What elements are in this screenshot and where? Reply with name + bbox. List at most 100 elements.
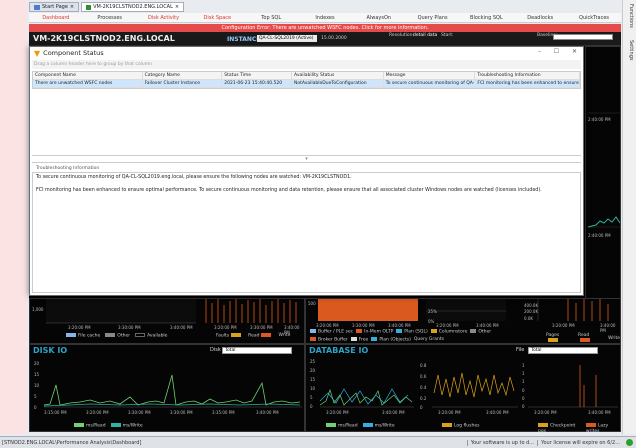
- x-tick: 3:30:00 PM: [128, 410, 151, 415]
- troubleshooting-line: To secure continuous monitoring of QA-CL…: [36, 175, 352, 180]
- nav-alwayson[interactable]: AlwaysOn: [352, 13, 406, 22]
- y-tick: 500: [308, 301, 316, 306]
- legend-item: ms/Read: [326, 423, 358, 429]
- column-header[interactable]: Component Name: [33, 72, 143, 79]
- troubleshooting-text: To secure continuous monitoring of QA-CL…: [32, 172, 581, 293]
- x-tick: 3:40:00 PM: [388, 323, 411, 328]
- nav-top-sql[interactable]: Top SQL: [244, 13, 298, 22]
- legend-item: File cache: [66, 333, 100, 339]
- troubleshooting-line: FCI monitoring has been enhanced to ensu…: [36, 188, 542, 193]
- column-header[interactable]: Message: [384, 72, 476, 79]
- database-io-chart: [319, 365, 618, 408]
- server-version: 15.00.2000: [321, 36, 347, 41]
- legend-item: Checkpoint pgs: [538, 423, 576, 434]
- minimize-icon[interactable]: –: [538, 48, 541, 55]
- legend-item: Faults: [216, 333, 243, 339]
- upper-right-chart: [587, 112, 621, 228]
- y-tick: 5: [310, 395, 313, 400]
- y-tick: 200.0K: [524, 309, 539, 314]
- legend-item: ms/Write: [110, 423, 143, 429]
- resolution-value[interactable]: detail data: [413, 33, 437, 38]
- x-tick: 3:30:00 PM: [170, 410, 193, 415]
- column-header[interactable]: Availability Status: [292, 72, 384, 79]
- close-icon[interactable]: ×: [175, 4, 179, 10]
- cell-status-time: 2021-06-23 15:40:40.520: [222, 80, 293, 87]
- left-gutter: [0, 0, 27, 434]
- checkpoint-legend: Checkpoint pgs Lazy writes: [538, 423, 620, 434]
- nav-disk-space[interactable]: Disk Space: [190, 13, 244, 22]
- legend-item: Plan (Objects): [371, 337, 411, 343]
- start-label: Start:: [441, 33, 454, 38]
- time-tick: 2:40:00 PM: [588, 233, 611, 238]
- y-tick: 0.0K: [524, 316, 533, 321]
- nav-blocking-sql[interactable]: Blocking SQL: [460, 13, 514, 22]
- start-page-icon: [34, 4, 40, 10]
- database-io-panel: DATABASE IO File Total 25 20 15 10 5 0 0…: [305, 344, 621, 434]
- database-io-legend: ms/Read ms/Write: [326, 423, 395, 429]
- column-header[interactable]: Category Name: [143, 72, 223, 79]
- nav-disk-activity[interactable]: Disk Activity: [137, 13, 191, 22]
- pane-splitter[interactable]: ▾: [32, 155, 581, 163]
- nav-query-plans[interactable]: Query Plans: [406, 13, 460, 22]
- column-header[interactable]: Troubleshooting Information: [475, 72, 580, 79]
- x-tick: 3:20:00 PM: [552, 323, 575, 328]
- module-nav: Dashboard Processes Disk Activity Disk S…: [29, 13, 621, 23]
- resolution-label: Resolution:: [389, 33, 415, 38]
- nav-processes[interactable]: Processes: [83, 13, 137, 22]
- server-name: VM-2K19CLSTNOD2.ENG.LOCAL: [33, 34, 175, 43]
- settings-tab[interactable]: Settings: [628, 40, 634, 61]
- troubleshooting-header: Troubleshooting Information: [36, 166, 100, 171]
- component-status-dialog: ▼ Component Status – ☐ ✕ Drag a column h…: [29, 46, 584, 296]
- memory-legend: File cache Other Available: [66, 333, 167, 339]
- dialog-titlebar[interactable]: ▼ Component Status – ☐ ✕: [30, 47, 583, 59]
- nav-quicktraces[interactable]: QuickTraces: [567, 13, 621, 22]
- tab-server[interactable]: VM-2K19CLSTNOD2.ENG.LOCAL ×: [81, 2, 185, 12]
- cell-category: Failover Cluster Instance: [143, 80, 223, 87]
- component-grid: Component Name Category Name Status Time…: [32, 71, 581, 89]
- x-tick: 3:20:00 PM: [534, 410, 557, 415]
- configuration-error-banner[interactable]: Configuration Error: There are unwatched…: [29, 24, 621, 32]
- legend-item: Write: [278, 333, 291, 339]
- server-header: VM-2K19CLSTNOD2.ENG.LOCAL INSTANCE QA-CL…: [29, 32, 621, 46]
- table-row[interactable]: There are unwatched WSFC nodes Failover …: [33, 80, 580, 88]
- x-tick: 3:40:00 PM: [170, 325, 193, 330]
- x-tick: 3:20:00 PM: [436, 323, 459, 328]
- legend-item: Other: [105, 333, 130, 339]
- x-tick: 3:30:00 PM: [250, 325, 273, 330]
- y-tick: 0.8: [420, 363, 427, 368]
- column-header[interactable]: Status Time: [222, 72, 293, 79]
- close-icon[interactable]: ×: [70, 4, 74, 10]
- memory-panel: 1,000 3:20:00 PM 3:30:00 PM 3:40:00 PM 3…: [29, 298, 305, 344]
- legend-item: Other: [470, 329, 491, 335]
- y-tick: 0: [522, 396, 525, 401]
- nav-indexes[interactable]: Indexes: [298, 13, 352, 22]
- functions-tab[interactable]: Functions: [628, 4, 634, 28]
- x-tick: 3:20:00 PM: [438, 410, 461, 415]
- update-status[interactable]: Your software is up to d...: [466, 439, 537, 446]
- upper-right-panel: 2:40:00 PM 2:40:00 PM: [585, 46, 621, 302]
- log-legend: Log flushes: [442, 423, 479, 429]
- close-icon[interactable]: ✕: [572, 48, 577, 55]
- license-status[interactable]: Your license will expire on 6/2...: [537, 439, 623, 446]
- time-tick: 2:40:00 PM: [588, 117, 611, 122]
- y-tick: 0.2: [420, 396, 427, 401]
- x-tick: 3:20:00 PM: [214, 325, 237, 330]
- document-tabs: Start Page × VM-2K19CLSTNOD2.ENG.LOCAL ×: [29, 2, 185, 12]
- legend-item: Free: [350, 337, 368, 343]
- tab-start-page[interactable]: Start Page ×: [29, 2, 80, 12]
- legend-item: Pages: [546, 333, 573, 344]
- x-tick: 3:20:00 PM: [326, 410, 349, 415]
- y-tick: 0: [34, 405, 37, 410]
- x-tick: 3:30:00 PM: [118, 325, 141, 330]
- pct-tick: 25%: [428, 309, 437, 314]
- nav-deadlocks[interactable]: Deadlocks: [513, 13, 567, 22]
- y-tick: 1,000: [32, 307, 44, 312]
- y-tick: 0.6: [420, 374, 427, 379]
- instance-select[interactable]: QA-CL-SQL2019 (Active): [257, 35, 317, 42]
- connection-status-icon: [626, 439, 633, 446]
- right-sidebar: Functions Settings: [622, 0, 636, 434]
- group-by-hint[interactable]: Drag a column header here to group by th…: [32, 60, 581, 69]
- nav-dashboard[interactable]: Dashboard: [29, 13, 83, 22]
- maximize-icon[interactable]: ☐: [554, 48, 559, 55]
- baseline-select[interactable]: [553, 34, 613, 40]
